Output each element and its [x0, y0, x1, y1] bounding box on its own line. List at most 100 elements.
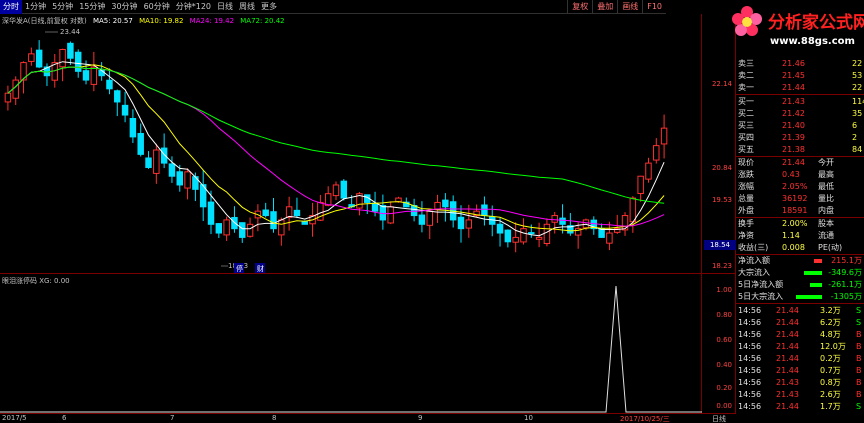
- draw-button[interactable]: 画线: [617, 0, 642, 14]
- order-volume: 114: [852, 97, 864, 106]
- candlestick-chart[interactable]: 深华发A(日线,前复权 对数) MA5: 20.57 MA10: 19.82 M…: [0, 14, 702, 273]
- candle-body: [59, 48, 66, 68]
- overlay-button[interactable]: 叠加: [592, 0, 617, 14]
- quote-label: 现价: [738, 158, 754, 167]
- tick-volume: 0.8万: [820, 378, 841, 387]
- candle-body: [106, 79, 113, 90]
- f10-button[interactable]: F10: [642, 0, 666, 14]
- fund-value: 0.008: [782, 243, 805, 252]
- tick-time: 14:56: [738, 390, 762, 399]
- order-level: 买三: [738, 121, 754, 130]
- tick-row: 14:56 21.44 0.2万 B: [736, 353, 864, 365]
- candle-body: [28, 53, 35, 62]
- order-volume: 6: [852, 121, 858, 130]
- candle-body: [262, 209, 269, 217]
- quote-value: 18591: [782, 206, 808, 215]
- order-volume: 22: [852, 59, 863, 68]
- current-price-tag: 18.54: [704, 240, 736, 250]
- flow-row: 5日净流入额 -261.1万: [736, 279, 864, 291]
- order-book-row: 买二 21.42 35: [736, 108, 864, 120]
- tick-side: S: [856, 402, 862, 411]
- flow-bar: [814, 259, 822, 263]
- adjust-button[interactable]: 复权: [567, 0, 592, 14]
- tick-time: 14:56: [738, 366, 762, 375]
- order-price: 21.44: [782, 83, 805, 92]
- tick-side: B: [856, 354, 862, 363]
- fund-label-2: 流通: [818, 231, 834, 240]
- candle-body: [4, 92, 12, 103]
- indicator-chart[interactable]: 眼泪涨停码 XG: 0.00: [0, 273, 702, 413]
- candle-body: [270, 211, 277, 230]
- price-label: 20.84: [711, 164, 732, 172]
- ma10-line: [7, 64, 665, 232]
- flow-value: 215.1万: [831, 256, 862, 265]
- candle-body: [246, 223, 254, 237]
- tick-volume: 0.7万: [820, 366, 841, 375]
- candle-body: [387, 206, 394, 224]
- fund-label: 换手: [738, 219, 754, 228]
- candle-body: [74, 51, 82, 72]
- tick-row: 14:56 21.44 12.0万 B: [736, 341, 864, 353]
- tab-daily[interactable]: 日线: [214, 0, 236, 14]
- quote-label: 外盘: [738, 206, 754, 215]
- candle-body: [121, 104, 129, 116]
- indicator-label: 0.60: [716, 336, 732, 344]
- candle-body: [504, 229, 512, 243]
- flow-bar: [804, 271, 822, 275]
- candle-body: [551, 215, 558, 223]
- candle-body: [160, 147, 168, 164]
- tab-1min[interactable]: 1分钟: [22, 0, 49, 14]
- tick-row: 14:56 21.44 6.2万 S: [736, 317, 864, 329]
- tab-60min[interactable]: 60分钟: [141, 0, 173, 14]
- tick-price: 21.44: [776, 366, 799, 375]
- tab-weekly[interactable]: 周线: [236, 0, 258, 14]
- tick-side: B: [856, 330, 862, 339]
- candle-body: [301, 221, 308, 225]
- fund-value: 2.00%: [782, 219, 808, 228]
- candle-body: [543, 223, 551, 245]
- ma24-line: [7, 66, 665, 227]
- tick-price: 21.43: [776, 378, 799, 387]
- flow-bar: [796, 295, 822, 299]
- quote-label: 涨幅: [738, 182, 754, 191]
- tick-side: B: [856, 366, 862, 375]
- candle-body: [535, 236, 543, 240]
- candle-body: [324, 193, 332, 206]
- date-axis: 2017/5 6 7 8 9 10 2017/10/25/三 日线: [0, 413, 736, 423]
- tab-120min[interactable]: 分钟*120: [173, 0, 214, 14]
- tab-30min[interactable]: 30分钟: [108, 0, 140, 14]
- candle-body: [434, 201, 441, 210]
- tab-more[interactable]: 更多: [258, 0, 280, 14]
- order-price: 21.43: [782, 97, 805, 106]
- tick-time: 14:56: [738, 378, 762, 387]
- tick-price: 21.44: [776, 402, 799, 411]
- order-volume: 22: [852, 83, 863, 92]
- candle-body: [489, 216, 496, 225]
- tab-intraday[interactable]: 分时: [0, 0, 22, 14]
- candle-body: [153, 149, 160, 174]
- tick-time: 14:56: [738, 330, 762, 339]
- flow-label: 净流入额: [738, 256, 770, 265]
- order-book-row: 买一 21.43 114: [736, 96, 864, 108]
- order-book-row: 卖三 21.46 22: [736, 58, 864, 70]
- order-level: 买五: [738, 145, 754, 154]
- flow-row: 5日大宗流入 -1305万: [736, 291, 864, 303]
- tab-15min[interactable]: 15分钟: [76, 0, 108, 14]
- tab-5min[interactable]: 5分钟: [49, 0, 76, 14]
- candle-body: [457, 216, 465, 230]
- fund-label: 净资: [738, 231, 754, 240]
- candle-body: [223, 219, 230, 236]
- quote-row: 现价 21.44 今开: [736, 157, 864, 169]
- tick-time: 14:56: [738, 306, 762, 315]
- candle-body: [285, 206, 293, 218]
- price-label: 18.23: [711, 262, 732, 270]
- candle-body: [496, 223, 504, 234]
- date-label: 2017/5: [2, 414, 27, 422]
- tick-side: S: [856, 306, 862, 315]
- quote-label: 涨跌: [738, 170, 754, 179]
- fundamental-row: 收益(三) 0.008 PE(动): [736, 242, 864, 254]
- order-book-row: 买五 21.38 84: [736, 144, 864, 156]
- quote-row: 总量 36192 量比: [736, 193, 864, 205]
- candle-body: [168, 163, 176, 177]
- order-price: 21.39: [782, 133, 805, 142]
